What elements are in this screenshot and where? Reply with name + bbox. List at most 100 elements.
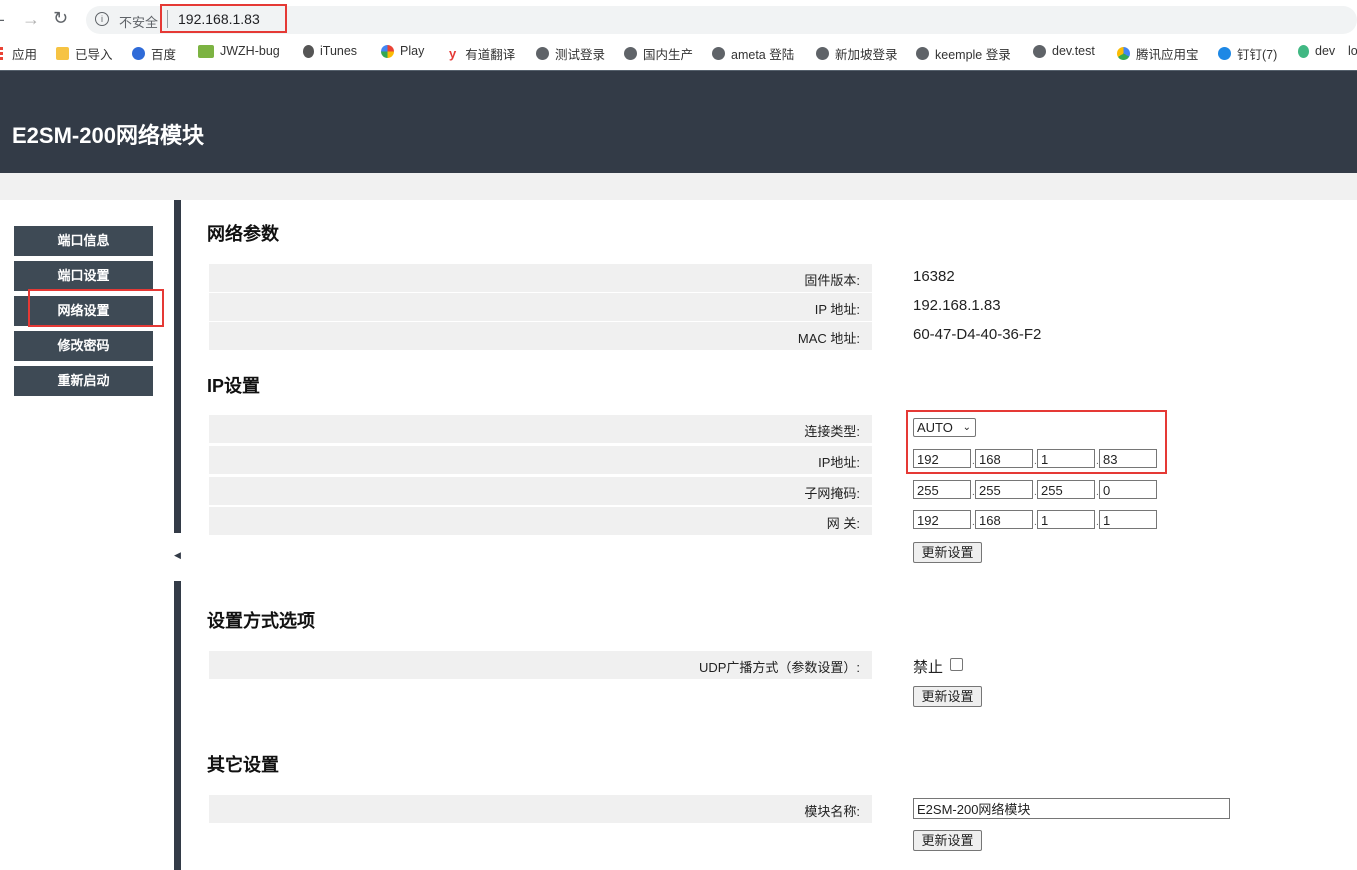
row-udp-broadcast: UDP广播方式（参数设置）: (209, 651, 872, 679)
baidu-icon (132, 47, 145, 60)
bookmark-label: keemple 登录 (935, 48, 1011, 62)
globe-icon (536, 47, 549, 60)
bookmark-label: 钉钉(7) (1237, 48, 1278, 62)
bookmark-label: 腾讯应用宝 (1136, 48, 1199, 62)
bookmark-jwzh[interactable]: JWZH-bug (198, 44, 280, 58)
bookmark-label: 已导入 (75, 48, 113, 62)
bug-icon (198, 44, 214, 58)
folder-icon (56, 47, 69, 60)
bookmark-label: dev.test (1052, 44, 1095, 58)
param-row-firmware: 固件版本: (209, 264, 872, 292)
bookmark-lo[interactable]: lo (1348, 44, 1357, 58)
gateway-octet-3-input[interactable]: 1 (1037, 510, 1095, 529)
info-icon[interactable]: i (95, 12, 109, 26)
bookmark-ameta[interactable]: ameta 登陆 (712, 44, 794, 63)
bookmark-label: 测试登录 (555, 48, 606, 62)
bookmark-singapore[interactable]: 新加坡登录 (816, 44, 898, 63)
tencent-icon (1117, 47, 1130, 60)
mac-value: 60-47-D4-40-36-F2 (913, 326, 1042, 343)
gateway-octet-4-input[interactable]: 1 (1099, 510, 1157, 529)
header-spacer (0, 173, 1357, 200)
mask-octet-2-input[interactable]: 255 (975, 480, 1033, 499)
bookmark-tencent[interactable]: 腾讯应用宝 (1117, 44, 1199, 63)
mac-label: MAC 地址: (797, 331, 860, 346)
module-name-label: 模块名称: (804, 804, 860, 819)
network-settings-highlight-box (28, 289, 164, 327)
reload-icon[interactable]: ↻ (53, 8, 68, 28)
bookmark-label: JWZH-bug (220, 44, 280, 58)
google-icon (381, 44, 394, 58)
section-title-other-settings: 其它设置 (207, 755, 279, 775)
section-title-network-params: 网络参数 (207, 224, 279, 244)
bookmarks-bar: 应用 已导入 百度 JWZH-bug iTunes Play y 有道翻译 测试… (0, 40, 1357, 66)
row-connection-type: 连接类型: (209, 415, 872, 443)
connection-type-label: 连接类型: (804, 424, 860, 439)
mask-octet-3-input[interactable]: 255 (1037, 480, 1095, 499)
udp-disable-checkbox[interactable] (950, 658, 963, 671)
firmware-label: 固件版本: (804, 273, 860, 288)
sidebar-item-restart[interactable]: 重新启动 (14, 366, 153, 396)
bookmark-label: 应用 (12, 48, 38, 62)
row-gateway: 网 关: (209, 507, 872, 535)
bookmark-label: Play (400, 44, 425, 58)
bookmark-imported[interactable]: 已导入 (56, 44, 113, 63)
gateway-octet-2-input[interactable]: 168 (975, 510, 1033, 529)
ip-settings-highlight-box (906, 410, 1167, 474)
apps-icon (0, 47, 3, 60)
bookmark-label: 有道翻译 (465, 48, 516, 62)
bookmark-baidu[interactable]: 百度 (132, 44, 176, 63)
mask-octet-4-input[interactable]: 0 (1099, 480, 1157, 499)
youdao-icon: y (449, 46, 457, 61)
bookmark-play[interactable]: Play (381, 44, 424, 58)
ip-address-label: IP地址: (818, 455, 860, 470)
forward-arrow-icon[interactable]: → (22, 9, 40, 29)
bookmark-dingtalk[interactable]: 钉钉(7) (1218, 44, 1277, 63)
security-label: 不安全 (119, 15, 159, 30)
bookmark-dev-test[interactable]: dev.test (1033, 44, 1095, 58)
gateway-label: 网 关: (826, 516, 860, 531)
bookmark-keemple[interactable]: keemple 登录 (916, 44, 1011, 63)
page-title: E2SM-200网络模块 (12, 123, 204, 148)
collapse-handle[interactable]: ◀ (173, 533, 182, 581)
module-name-input[interactable]: E2SM-200网络模块 (913, 798, 1230, 819)
row-ip-address: IP地址: (209, 446, 872, 474)
url-highlight-box (160, 4, 287, 33)
globe-icon (624, 47, 637, 60)
section-title-ip-settings: IP设置 (207, 376, 261, 396)
update-setup-options-button[interactable]: 更新设置 (913, 686, 982, 707)
bookmark-dev[interactable]: dev (1298, 44, 1335, 58)
row-subnet-mask: 子网掩码: (209, 477, 872, 505)
bookmark-label: 国内生产 (643, 48, 694, 62)
update-other-settings-button[interactable]: 更新设置 (913, 830, 982, 851)
bookmark-youdao[interactable]: y 有道翻译 (449, 44, 515, 63)
collapse-arrow-icon: ◀ (174, 550, 181, 560)
bookmark-label: ameta 登陆 (731, 48, 795, 62)
globe-icon (712, 47, 725, 60)
udp-broadcast-label: UDP广播方式（参数设置）: (698, 660, 860, 675)
back-arrow-icon[interactable]: – (0, 9, 4, 29)
udp-disable-label: 禁止 (913, 659, 944, 676)
bookmark-domestic[interactable]: 国内生产 (624, 44, 693, 63)
sidebar-item-port-settings[interactable]: 端口设置 (14, 261, 153, 291)
section-title-setup-options: 设置方式选项 (207, 611, 315, 631)
ip-label: IP 地址: (814, 302, 860, 317)
sidebar-item-port-info[interactable]: 端口信息 (14, 226, 153, 256)
update-ip-settings-button[interactable]: 更新设置 (913, 542, 982, 563)
bookmark-label: 百度 (151, 48, 177, 62)
gateway-octet-1-input[interactable]: 192 (913, 510, 971, 529)
bookmark-itunes[interactable]: iTunes (303, 44, 357, 58)
globe-icon (816, 47, 829, 60)
vue-icon (1298, 44, 1309, 58)
apple-icon (303, 44, 314, 58)
ip-value: 192.168.1.83 (913, 297, 1001, 314)
bookmark-label: 新加坡登录 (835, 48, 898, 62)
sidebar-item-change-password[interactable]: 修改密码 (14, 331, 153, 361)
bookmark-apps[interactable]: 应用 (0, 44, 37, 63)
bookmark-label: iTunes (320, 44, 358, 58)
mask-octet-1-input[interactable]: 255 (913, 480, 971, 499)
param-row-mac: MAC 地址: (209, 322, 872, 350)
bookmark-label: dev (1315, 44, 1336, 58)
subnet-mask-label: 子网掩码: (804, 486, 860, 501)
dingtalk-icon (1218, 47, 1231, 60)
bookmark-test-login[interactable]: 测试登录 (536, 44, 605, 63)
